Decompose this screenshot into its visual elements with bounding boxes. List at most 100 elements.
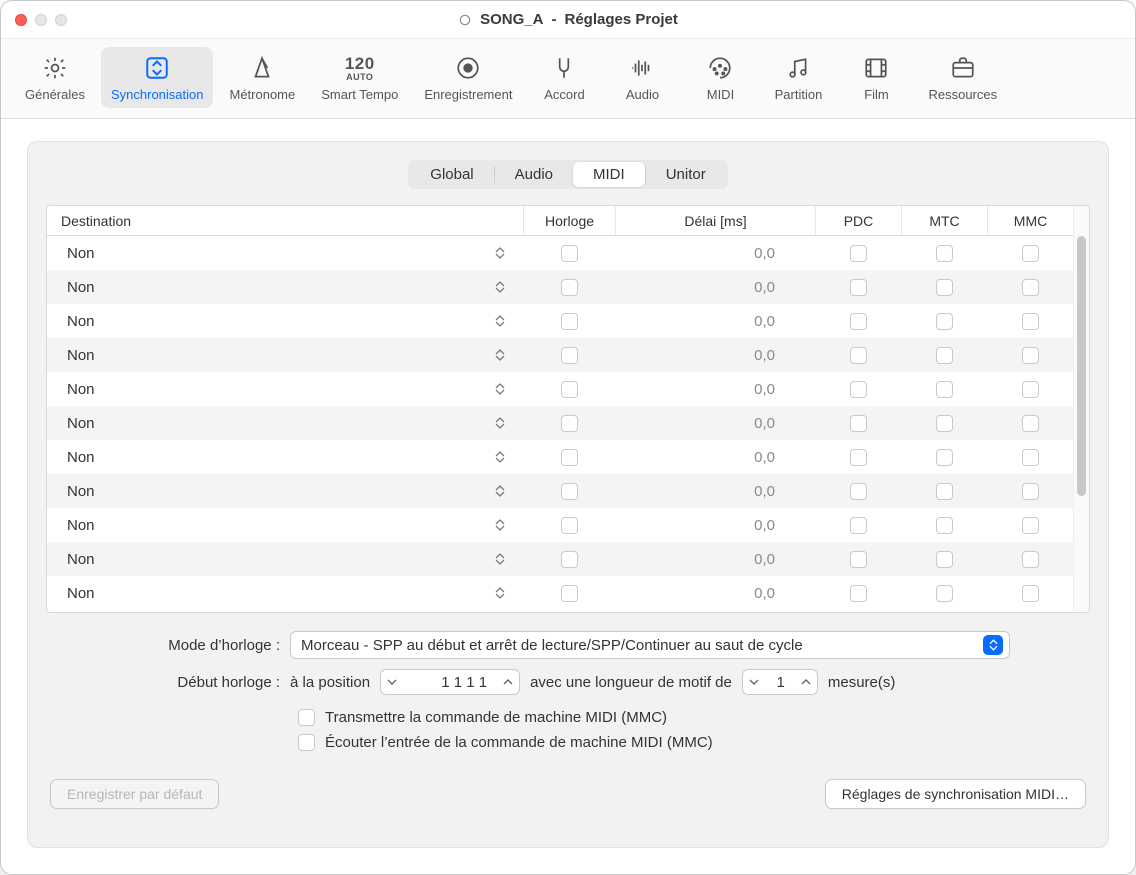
destination-cell[interactable]: Non <box>47 372 523 406</box>
tab-unitor[interactable]: Unitor <box>646 162 726 187</box>
destination-cell[interactable]: Non <box>47 304 523 338</box>
updown-icon[interactable] <box>495 315 509 327</box>
horloge-checkbox[interactable] <box>561 483 578 500</box>
destination-cell[interactable]: Non <box>47 474 523 508</box>
mmc-checkbox[interactable] <box>1022 279 1039 296</box>
updown-icon[interactable] <box>495 349 509 361</box>
delai-cell[interactable]: 0,0 <box>615 304 815 338</box>
mtc-checkbox[interactable] <box>936 551 953 568</box>
pdc-checkbox[interactable] <box>850 449 867 466</box>
header-mmc[interactable]: MMC <box>987 206 1073 235</box>
destination-cell[interactable]: Non <box>47 270 523 304</box>
mtc-checkbox[interactable] <box>936 313 953 330</box>
mmc-transmit-row[interactable]: Transmettre la commande de machine MIDI … <box>298 709 1086 726</box>
delai-cell[interactable]: 0,0 <box>615 576 815 610</box>
pdc-checkbox[interactable] <box>850 347 867 364</box>
mmc-checkbox[interactable] <box>1022 483 1039 500</box>
delai-cell[interactable]: 0,0 <box>615 270 815 304</box>
updown-icon[interactable] <box>495 417 509 429</box>
stepper-up-icon[interactable] <box>795 670 817 694</box>
mmc-checkbox[interactable] <box>1022 245 1039 262</box>
toolbar-smart-tempo[interactable]: 120 AUTO Smart Tempo <box>311 47 408 108</box>
midi-sync-settings-button[interactable]: Réglages de synchronisation MIDI… <box>825 779 1086 809</box>
mtc-checkbox[interactable] <box>936 347 953 364</box>
delai-cell[interactable]: 0,0 <box>615 236 815 270</box>
horloge-checkbox[interactable] <box>561 313 578 330</box>
toolbar-recording[interactable]: Enregistrement <box>414 47 522 108</box>
tab-audio[interactable]: Audio <box>495 162 573 187</box>
updown-icon[interactable] <box>495 587 509 599</box>
destination-cell[interactable]: Non <box>47 576 523 610</box>
toolbar-sync[interactable]: Synchronisation <box>101 47 214 108</box>
updown-icon[interactable] <box>495 247 509 259</box>
toolbar-midi[interactable]: MIDI <box>684 47 756 108</box>
stepper-down-icon[interactable] <box>743 670 765 694</box>
destination-cell[interactable]: Non <box>47 542 523 576</box>
mmc-checkbox[interactable] <box>1022 449 1039 466</box>
mtc-checkbox[interactable] <box>936 279 953 296</box>
close-window-button[interactable] <box>15 14 27 26</box>
destination-cell[interactable]: Non <box>47 508 523 542</box>
mmc-checkbox[interactable] <box>1022 415 1039 432</box>
updown-icon[interactable] <box>495 451 509 463</box>
toolbar-chord[interactable]: Accord <box>528 47 600 108</box>
mtc-checkbox[interactable] <box>936 449 953 466</box>
zoom-window-button[interactable] <box>55 14 67 26</box>
delai-cell[interactable]: 0,0 <box>615 440 815 474</box>
mtc-checkbox[interactable] <box>936 415 953 432</box>
pdc-checkbox[interactable] <box>850 279 867 296</box>
delai-cell[interactable]: 0,0 <box>615 542 815 576</box>
horloge-checkbox[interactable] <box>561 245 578 262</box>
mmc-checkbox[interactable] <box>1022 347 1039 364</box>
header-mtc[interactable]: MTC <box>901 206 987 235</box>
delai-cell[interactable]: 0,0 <box>615 474 815 508</box>
tab-global[interactable]: Global <box>410 162 493 187</box>
delai-cell[interactable]: 0,0 <box>615 338 815 372</box>
mmc-checkbox[interactable] <box>1022 585 1039 602</box>
toolbar-movie[interactable]: Film <box>840 47 912 108</box>
delai-cell[interactable]: 0,0 <box>615 406 815 440</box>
updown-icon[interactable] <box>495 485 509 497</box>
updown-icon[interactable] <box>495 553 509 565</box>
stepper-up-icon[interactable] <box>497 670 519 694</box>
destination-cell[interactable]: Non <box>47 236 523 270</box>
destination-cell[interactable]: Non <box>47 406 523 440</box>
updown-icon[interactable] <box>495 519 509 531</box>
toolbar-metronome[interactable]: Métronome <box>219 47 305 108</box>
mmc-checkbox[interactable] <box>1022 551 1039 568</box>
clock-mode-popup[interactable]: Morceau - SPP au début et arrêt de lectu… <box>290 631 1010 659</box>
pdc-checkbox[interactable] <box>850 483 867 500</box>
mmc-listen-row[interactable]: Écouter l’entrée de la commande de machi… <box>298 734 1086 751</box>
mmc-checkbox[interactable] <box>1022 517 1039 534</box>
header-pdc[interactable]: PDC <box>815 206 901 235</box>
table-scrollbar[interactable] <box>1073 206 1089 612</box>
mtc-checkbox[interactable] <box>936 585 953 602</box>
pattern-length-value[interactable]: 1 <box>765 674 795 691</box>
toolbar-score[interactable]: Partition <box>762 47 834 108</box>
delai-cell[interactable]: 0,0 <box>615 372 815 406</box>
toolbar-audio[interactable]: Audio <box>606 47 678 108</box>
toolbar-general[interactable]: Générales <box>15 47 95 108</box>
stepper-down-icon[interactable] <box>381 670 403 694</box>
horloge-checkbox[interactable] <box>561 585 578 602</box>
minimize-window-button[interactable] <box>35 14 47 26</box>
updown-icon[interactable] <box>495 383 509 395</box>
horloge-checkbox[interactable] <box>561 551 578 568</box>
horloge-checkbox[interactable] <box>561 415 578 432</box>
horloge-checkbox[interactable] <box>561 449 578 466</box>
checkbox[interactable] <box>298 734 315 751</box>
pdc-checkbox[interactable] <box>850 585 867 602</box>
clock-start-position-value[interactable]: 1 1 1 1 <box>403 674 497 691</box>
header-delai[interactable]: Délai [ms] <box>615 206 815 235</box>
toolbar-assets[interactable]: Ressources <box>918 47 1007 108</box>
pdc-checkbox[interactable] <box>850 313 867 330</box>
save-as-default-button[interactable]: Enregistrer par défaut <box>50 779 219 809</box>
horloge-checkbox[interactable] <box>561 381 578 398</box>
pdc-checkbox[interactable] <box>850 551 867 568</box>
horloge-checkbox[interactable] <box>561 347 578 364</box>
delai-cell[interactable]: 0,0 <box>615 508 815 542</box>
horloge-checkbox[interactable] <box>561 279 578 296</box>
mtc-checkbox[interactable] <box>936 245 953 262</box>
pdc-checkbox[interactable] <box>850 245 867 262</box>
header-destination[interactable]: Destination <box>47 206 523 235</box>
